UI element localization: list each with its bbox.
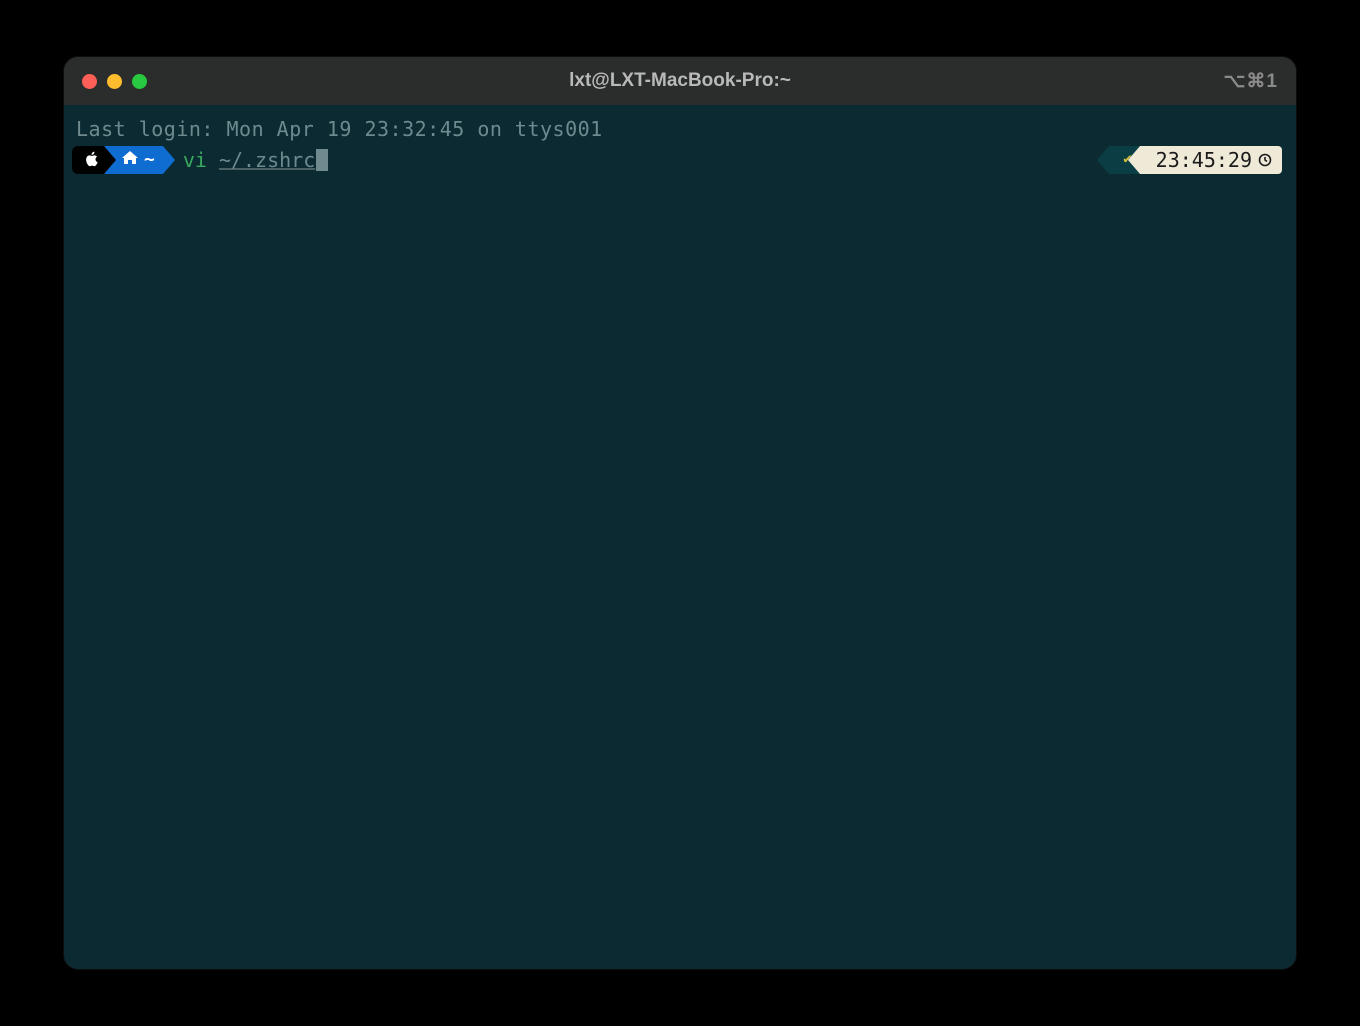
command-input[interactable]: vi ~/.zshrc xyxy=(183,146,328,174)
time-text: 23:45:29 xyxy=(1156,146,1252,174)
fullscreen-button[interactable] xyxy=(132,74,147,89)
cursor xyxy=(316,149,328,171)
prompt-row: ~ vi ~/.zshrc ✔ 23:45:29 xyxy=(72,145,1288,175)
prompt-right: ✔ 23:45:29 xyxy=(1109,146,1282,174)
apple-icon xyxy=(84,146,98,174)
prompt-left: ~ xyxy=(72,145,163,175)
terminal-body[interactable]: Last login: Mon Apr 19 23:32:45 on ttys0… xyxy=(64,105,1296,969)
home-icon xyxy=(122,147,138,172)
close-button[interactable] xyxy=(82,74,97,89)
path-text: ~ xyxy=(144,147,155,172)
terminal-window: lxt@LXT-MacBook-Pro:~ ⌥⌘1 Last login: Mo… xyxy=(64,57,1296,969)
command-argument: ~/.zshrc xyxy=(219,146,315,174)
window-title: lxt@LXT-MacBook-Pro:~ xyxy=(569,70,791,92)
last-login-text: Last login: Mon Apr 19 23:32:45 on ttys0… xyxy=(72,115,1288,143)
time-segment: 23:45:29 xyxy=(1140,146,1282,174)
minimize-button[interactable] xyxy=(107,74,122,89)
clock-icon xyxy=(1258,146,1272,174)
titlebar-shortcut-hint: ⌥⌘1 xyxy=(1224,70,1278,93)
traffic-lights xyxy=(82,74,147,89)
os-segment xyxy=(72,146,104,174)
titlebar[interactable]: lxt@LXT-MacBook-Pro:~ ⌥⌘1 xyxy=(64,57,1296,105)
command-name: vi xyxy=(183,146,207,174)
